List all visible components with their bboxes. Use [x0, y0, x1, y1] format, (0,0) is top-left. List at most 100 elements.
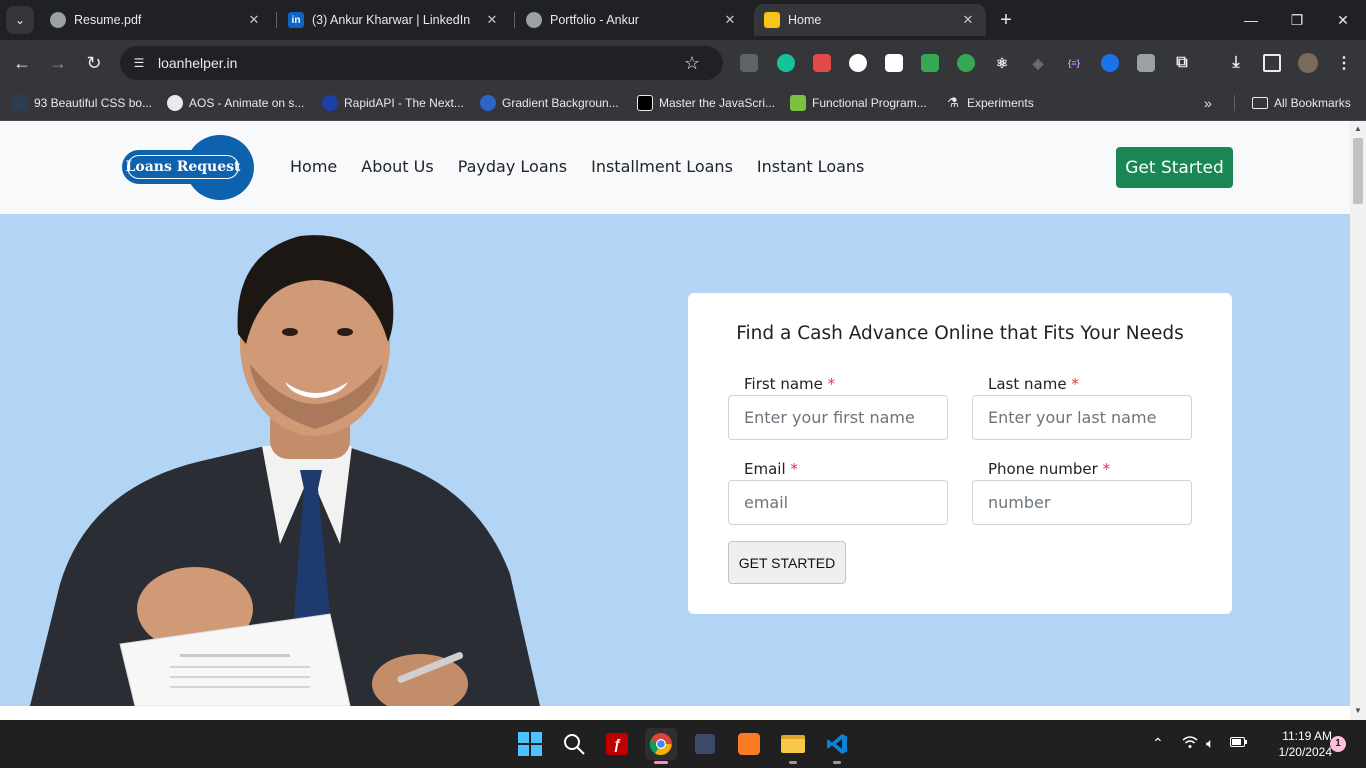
- chrome-app[interactable]: [645, 728, 677, 764]
- phone-field[interactable]: [972, 480, 1192, 525]
- tab-search-button[interactable]: ⌄: [6, 6, 34, 34]
- color-picker-extension-icon[interactable]: [813, 54, 831, 72]
- xampp-app[interactable]: [733, 728, 765, 760]
- tab-portfolio[interactable]: Portfolio - Ankur ✕: [516, 4, 748, 36]
- profile-avatar[interactable]: [1298, 53, 1318, 73]
- nav-installment-loans[interactable]: Installment Loans: [591, 157, 733, 176]
- vscode-icon: [827, 734, 847, 754]
- extension-icon[interactable]: [740, 54, 758, 72]
- grammarly-icon[interactable]: [777, 54, 795, 72]
- logo-badge: Loans Request: [122, 150, 244, 184]
- tab-title: Portfolio - Ankur: [550, 13, 639, 27]
- reload-button[interactable]: ↻: [82, 51, 106, 75]
- tab-linkedin[interactable]: in (3) Ankur Kharwar | LinkedIn ✕: [278, 4, 510, 36]
- chrome-icon: [649, 733, 672, 755]
- show-hidden-icons-button[interactable]: ⌃: [1152, 735, 1164, 752]
- side-panel-icon[interactable]: [1263, 54, 1281, 72]
- file-explorer-app[interactable]: [777, 728, 809, 764]
- globe-icon: [50, 12, 66, 28]
- chevron-down-icon: ⌄: [14, 13, 26, 27]
- form-title: Find a Cash Advance Online that Fits You…: [736, 323, 1184, 344]
- label-text: Phone number: [988, 460, 1098, 478]
- bookmark-item[interactable]: ⚗ Experiments: [945, 92, 1034, 114]
- site-logo[interactable]: Loans Request: [122, 135, 254, 200]
- nav-instant-loans[interactable]: Instant Loans: [757, 157, 864, 176]
- bookmark-item[interactable]: AOS - Animate on s...: [167, 92, 304, 114]
- bookmark-item[interactable]: RapidAPI - The Next...: [322, 92, 464, 114]
- bookmark-label: 93 Beautiful CSS bo...: [34, 96, 153, 110]
- wifi-icon[interactable]: [1182, 735, 1198, 752]
- all-bookmarks-button[interactable]: All Bookmarks: [1252, 92, 1351, 114]
- extension-disabled-icon[interactable]: ◈: [1029, 54, 1047, 72]
- close-icon: ✕: [1337, 11, 1349, 28]
- restore-button[interactable]: ❐: [1274, 0, 1320, 40]
- plus-icon: +: [1000, 9, 1012, 31]
- json-viewer-icon[interactable]: {≡}: [1065, 54, 1083, 72]
- page-scrollbar[interactable]: ▲ ▼: [1350, 121, 1366, 720]
- new-tab-button[interactable]: +: [994, 8, 1018, 32]
- system-clock[interactable]: 11:19 AM 1/20/2024: [1256, 728, 1332, 760]
- app-launcher[interactable]: [689, 728, 721, 760]
- add-extension-icon[interactable]: [957, 54, 975, 72]
- puzzle-extensions-icon[interactable]: ⧉: [1173, 54, 1191, 72]
- forward-button[interactable]: →: [46, 51, 70, 75]
- menu-kebab-icon[interactable]: ⋮: [1335, 54, 1353, 72]
- label-text: Last name: [988, 375, 1067, 393]
- bookmark-item[interactable]: Functional Program...: [790, 92, 927, 114]
- close-tab-icon[interactable]: ✕: [960, 12, 976, 28]
- extension-icon[interactable]: [1101, 54, 1119, 72]
- site-header: Loans Request Home About Us Payday Loans…: [0, 121, 1350, 214]
- scrollbar-thumb[interactable]: [1353, 138, 1363, 204]
- notification-badge[interactable]: 1: [1330, 736, 1346, 752]
- url-input[interactable]: [158, 55, 678, 71]
- start-button[interactable]: [514, 728, 546, 760]
- hero-person-image: [30, 235, 540, 706]
- nav-about-us[interactable]: About Us: [361, 157, 433, 176]
- close-tab-icon[interactable]: ✕: [484, 12, 500, 28]
- search-button[interactable]: [558, 728, 590, 760]
- nav-home[interactable]: Home: [290, 157, 337, 176]
- scroll-up-icon[interactable]: ▲: [1350, 124, 1366, 133]
- bookmark-item[interactable]: Master the JavaScri...: [637, 92, 775, 114]
- chevron-double-right-icon: »: [1204, 95, 1212, 111]
- reload-icon: ↻: [86, 53, 102, 73]
- more-bookmarks-button[interactable]: »: [1204, 92, 1212, 114]
- site-info-icon[interactable]: ☰: [130, 56, 148, 70]
- first-name-field[interactable]: [728, 395, 948, 440]
- volume-icon[interactable]: 🔈︎: [1206, 735, 1214, 752]
- address-bar[interactable]: ☰ ☆: [120, 46, 723, 80]
- bookmark-item[interactable]: Gradient Backgroun...: [480, 92, 619, 114]
- extension-icon[interactable]: [921, 54, 939, 72]
- filezilla-app[interactable]: ƒ: [601, 728, 633, 760]
- download-icon[interactable]: ⤓: [1227, 54, 1245, 72]
- bookmark-favicon-icon: [322, 95, 338, 111]
- bookmark-label: All Bookmarks: [1274, 96, 1351, 110]
- react-devtools-icon[interactable]: ⚛: [993, 54, 1011, 72]
- text-extension-icon[interactable]: [885, 54, 903, 72]
- tab-home[interactable]: Home ✕: [754, 4, 986, 36]
- tab-resume[interactable]: Resume.pdf ✕: [40, 4, 272, 36]
- extension-icon[interactable]: [849, 54, 867, 72]
- back-button[interactable]: ←: [10, 51, 34, 75]
- last-name-field[interactable]: [972, 395, 1192, 440]
- bookmark-item[interactable]: 93 Beautiful CSS bo...: [12, 92, 152, 114]
- extension-icon[interactable]: [1137, 54, 1155, 72]
- nav-payday-loans[interactable]: Payday Loans: [458, 157, 567, 176]
- tab-divider: [276, 12, 277, 28]
- close-tab-icon[interactable]: ✕: [722, 12, 738, 28]
- folder-icon: [781, 735, 805, 753]
- close-tab-icon[interactable]: ✕: [246, 12, 262, 28]
- form-submit-button[interactable]: GET STARTED: [728, 541, 846, 584]
- get-started-button[interactable]: Get Started: [1116, 147, 1233, 188]
- close-window-button[interactable]: ✕: [1320, 0, 1366, 40]
- battery-icon[interactable]: [1230, 735, 1248, 751]
- email-field[interactable]: [728, 480, 948, 525]
- scroll-down-icon[interactable]: ▼: [1350, 706, 1366, 715]
- vscode-app[interactable]: [821, 728, 853, 764]
- bookmark-star-icon[interactable]: ☆: [684, 53, 700, 74]
- windows-logo-icon: [518, 732, 542, 756]
- minimize-button[interactable]: —: [1228, 0, 1274, 40]
- tab-strip: ⌄ Resume.pdf ✕ in (3) Ankur Kharwar | Li…: [0, 0, 1366, 40]
- bookmark-favicon-icon: [790, 95, 806, 111]
- tab-title: (3) Ankur Kharwar | LinkedIn: [312, 13, 471, 27]
